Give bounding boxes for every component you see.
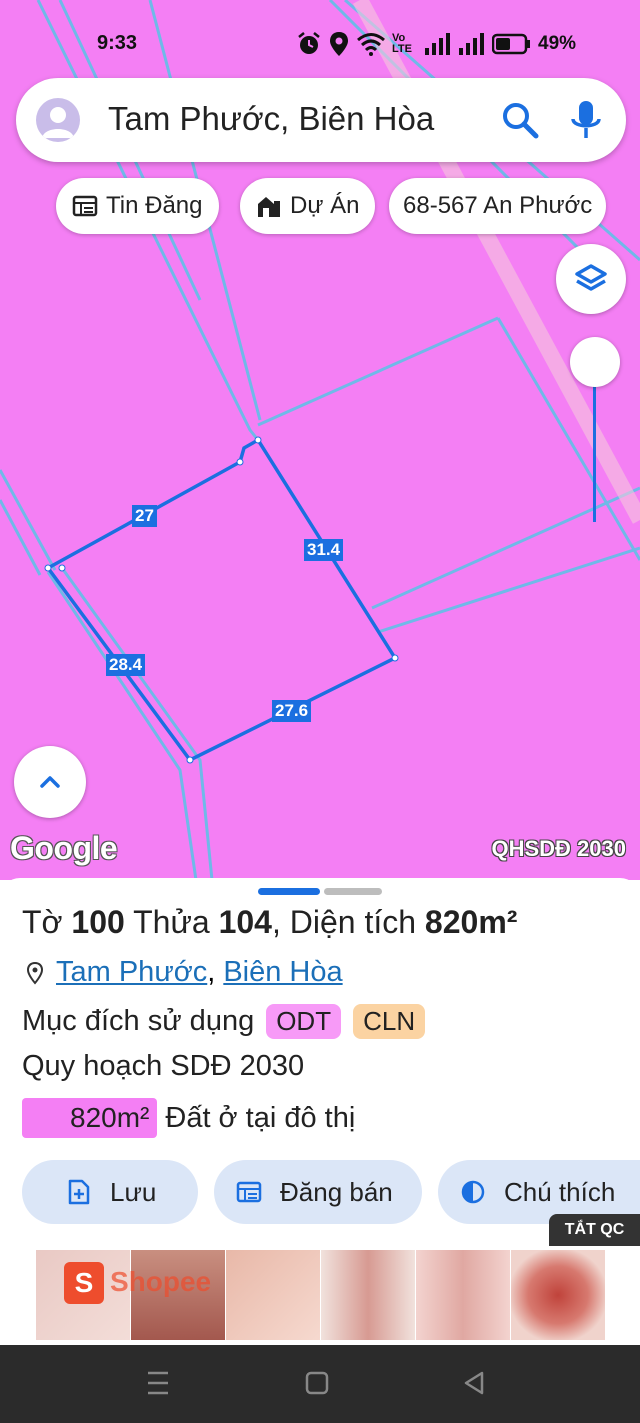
chevron-up-icon bbox=[40, 776, 60, 788]
post-sale-label: Đăng bán bbox=[280, 1176, 393, 1207]
battery-percent: 49% bbox=[538, 33, 577, 54]
save-label: Lưu bbox=[110, 1176, 157, 1207]
battery-icon bbox=[492, 33, 530, 55]
ad-image bbox=[511, 1250, 606, 1340]
mic-icon[interactable] bbox=[566, 98, 606, 142]
ad-brand: Shopee bbox=[110, 1266, 212, 1297]
plot-label: Thửa bbox=[133, 904, 210, 940]
location-icon bbox=[330, 32, 348, 56]
parcel-outline bbox=[45, 437, 398, 763]
layers-button[interactable] bbox=[556, 244, 626, 314]
status-bar: 9:33 Vo LTE 49% bbox=[0, 24, 640, 64]
plan-label: Quy hoạch SDĐ 2030 bbox=[22, 1050, 305, 1082]
location-ward-link[interactable]: Tam Phước bbox=[56, 956, 207, 989]
home-icon[interactable] bbox=[305, 1371, 329, 1395]
project-building-icon bbox=[258, 197, 280, 217]
chip-label: 68-567 An Phước bbox=[403, 192, 593, 219]
ad-banner[interactable]: S Shopee bbox=[36, 1250, 606, 1340]
area-label: , Diện tích bbox=[271, 904, 417, 940]
parcel-location: Tam Phước, Biên Hòa bbox=[24, 956, 343, 989]
opacity-slider-knob[interactable] bbox=[570, 337, 620, 387]
save-button[interactable]: Lưu bbox=[22, 1160, 198, 1224]
search-bar[interactable]: Tam Phước, Biên Hòa bbox=[16, 78, 626, 162]
shopee-logo: S bbox=[64, 1262, 104, 1304]
location-pin-icon bbox=[26, 961, 44, 985]
sheet-handle[interactable] bbox=[258, 888, 320, 895]
signal-icon bbox=[425, 33, 450, 55]
ad-image bbox=[416, 1250, 511, 1340]
title-prefix: Tờ bbox=[22, 904, 63, 940]
layers-icon bbox=[575, 264, 607, 291]
ad-image bbox=[321, 1250, 416, 1340]
search-icon[interactable] bbox=[500, 100, 540, 140]
parcel-title: Tờ 100 Thửa 104, Diện tích 820m² bbox=[22, 904, 517, 941]
add-document-icon bbox=[68, 1179, 90, 1205]
status-icons: Vo LTE 49% bbox=[296, 28, 576, 60]
signal-icon bbox=[459, 33, 484, 55]
back-icon[interactable] bbox=[464, 1371, 484, 1395]
location-separator: , bbox=[207, 956, 216, 988]
chip-label: Dự Án bbox=[290, 192, 360, 219]
legend-label: Chú thích bbox=[504, 1176, 616, 1207]
chip-projects[interactable]: Dự Án bbox=[240, 178, 376, 234]
plan-area-description: Đất ở tại đô thị bbox=[165, 1101, 356, 1134]
status-time: 9:33 bbox=[97, 32, 138, 54]
layer-badge: QHSDĐ 2030 bbox=[491, 836, 626, 861]
ad-image: S Shopee bbox=[36, 1250, 211, 1340]
user-icon bbox=[42, 107, 74, 138]
land-use-purpose: Mục đích sử dụng ODT CLN bbox=[22, 1004, 426, 1039]
sheet-number: 100 bbox=[71, 904, 125, 940]
alarm-icon bbox=[298, 32, 320, 54]
edge-length-label: 28.4 bbox=[106, 654, 146, 676]
listing-icon bbox=[236, 1181, 262, 1203]
purpose-tag: CLN bbox=[353, 1004, 426, 1039]
area-value: 820m² bbox=[424, 904, 518, 940]
post-sale-button[interactable]: Đăng bán bbox=[214, 1160, 422, 1224]
plot-number: 104 bbox=[218, 904, 272, 940]
volte-label: Vo LTE bbox=[392, 32, 412, 55]
edge-length-label: 31.4 bbox=[304, 539, 344, 561]
recent-apps-icon[interactable] bbox=[148, 1371, 168, 1395]
opacity-slider-track[interactable] bbox=[593, 382, 596, 522]
close-ad-button[interactable]: TẮT QC bbox=[549, 1214, 640, 1246]
purpose-tag: ODT bbox=[266, 1004, 342, 1039]
avatar[interactable] bbox=[36, 98, 80, 142]
google-logo: Google bbox=[10, 830, 118, 866]
edge-length-label: 27 bbox=[132, 505, 157, 527]
contrast-icon bbox=[461, 1180, 485, 1204]
search-input[interactable]: Tam Phước, Biên Hòa bbox=[108, 100, 434, 138]
system-nav-bar bbox=[0, 1345, 640, 1423]
edge-length-label: 27.6 bbox=[272, 700, 312, 722]
expand-up-button[interactable] bbox=[14, 746, 86, 818]
purpose-label: Mục đích sử dụng bbox=[22, 1005, 255, 1037]
chip-listings[interactable]: Tin Đăng bbox=[56, 178, 219, 234]
sheet-handle[interactable] bbox=[324, 888, 382, 895]
ad-image bbox=[226, 1250, 321, 1340]
listing-icon bbox=[72, 195, 98, 217]
map-view[interactable]: 27 31.4 28.4 27.6 9:33 Vo LTE 49% Tam Ph… bbox=[0, 0, 640, 880]
chip-label: Tin Đăng bbox=[106, 192, 203, 219]
plan-area-value: 820m² bbox=[22, 1098, 158, 1138]
plan-area-row: 820m² Đất ở tại đô thị bbox=[22, 1098, 355, 1138]
location-city-link[interactable]: Biên Hòa bbox=[223, 956, 342, 989]
chip-address[interactable]: 68-567 An Phước bbox=[389, 178, 607, 234]
wifi-icon bbox=[357, 33, 385, 56]
